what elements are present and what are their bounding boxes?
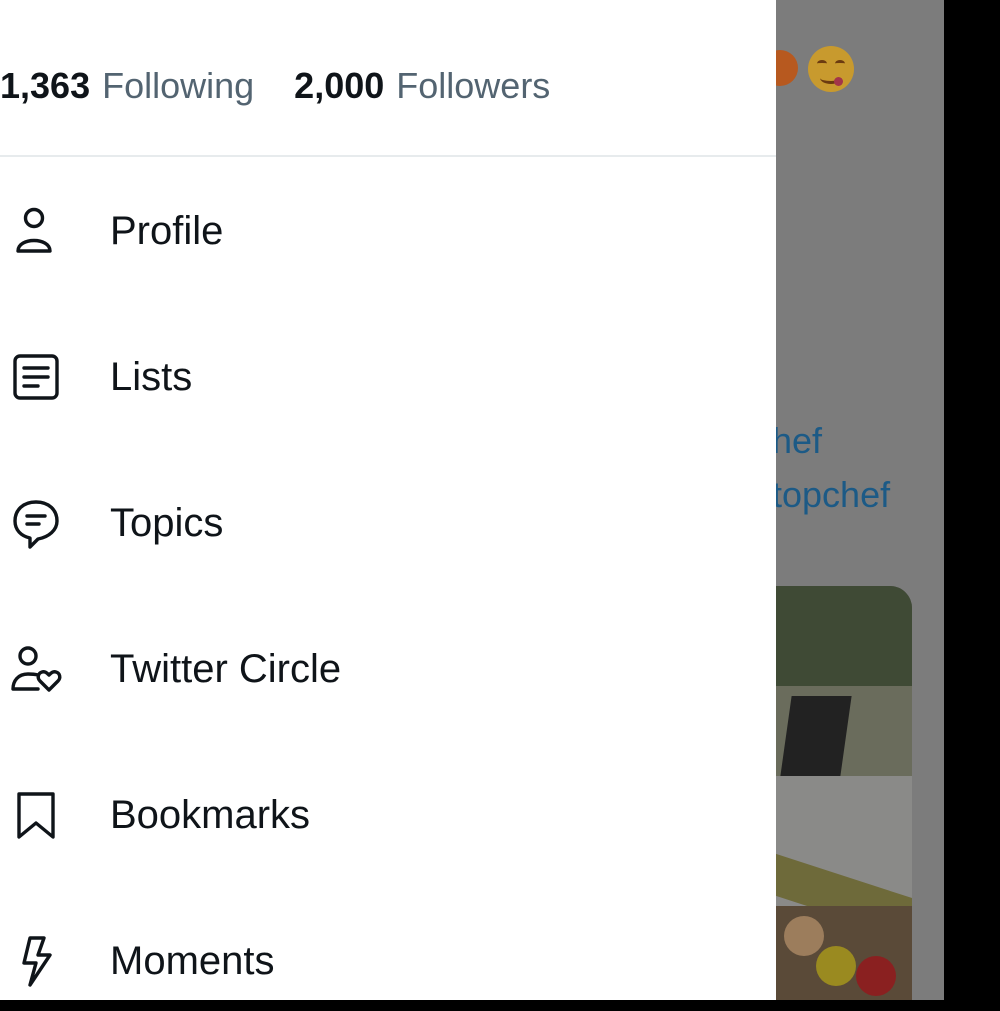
- menu-item-label: Topics: [110, 500, 224, 545]
- menu-item-lists[interactable]: Lists: [0, 327, 776, 427]
- feed-media-image: [776, 586, 912, 1000]
- menu-item-profile[interactable]: Profile: [0, 181, 776, 281]
- yum-face-emoji-icon: [808, 46, 854, 92]
- background-feed-overlay[interactable]: hef topchef: [776, 0, 944, 1000]
- menu-item-label: Profile: [110, 208, 224, 253]
- following-count: 1,363: [0, 65, 91, 106]
- menu-item-label: Lists: [110, 354, 193, 399]
- topic-bubble-icon: [6, 493, 66, 553]
- followers-count: 2,000: [294, 65, 385, 106]
- followers-link[interactable]: 2,000 Followers: [294, 65, 550, 107]
- person-heart-icon: [6, 639, 66, 699]
- bookmark-icon: [6, 785, 66, 845]
- lightning-icon: [6, 931, 66, 991]
- feed-text-fragment-2: topchef: [776, 474, 891, 515]
- menu-item-label: Bookmarks: [110, 792, 311, 837]
- following-link[interactable]: 1,363 Following: [0, 65, 254, 107]
- list-icon: [6, 347, 66, 407]
- divider: [0, 155, 776, 157]
- person-icon: [6, 201, 66, 261]
- menu-item-twitter-circle[interactable]: Twitter Circle: [0, 619, 776, 719]
- menu-item-label: Twitter Circle: [110, 646, 342, 691]
- side-drawer: 1,363 Following 2,000 Followers Profile Li…: [0, 0, 776, 1000]
- follow-stats: 1,363 Following 2,000 Followers: [0, 60, 550, 112]
- menu-item-label: Moments: [110, 938, 275, 983]
- followers-label: Followers: [396, 65, 551, 106]
- menu-item-moments[interactable]: Moments: [0, 911, 776, 1011]
- menu-item-topics[interactable]: Topics: [0, 473, 776, 573]
- following-label: Following: [102, 65, 255, 106]
- screen-edge: [944, 0, 1000, 1000]
- feed-text-fragment-1: hef: [776, 420, 823, 461]
- menu-item-bookmarks[interactable]: Bookmarks: [0, 765, 776, 865]
- emoji-partial: [776, 50, 798, 86]
